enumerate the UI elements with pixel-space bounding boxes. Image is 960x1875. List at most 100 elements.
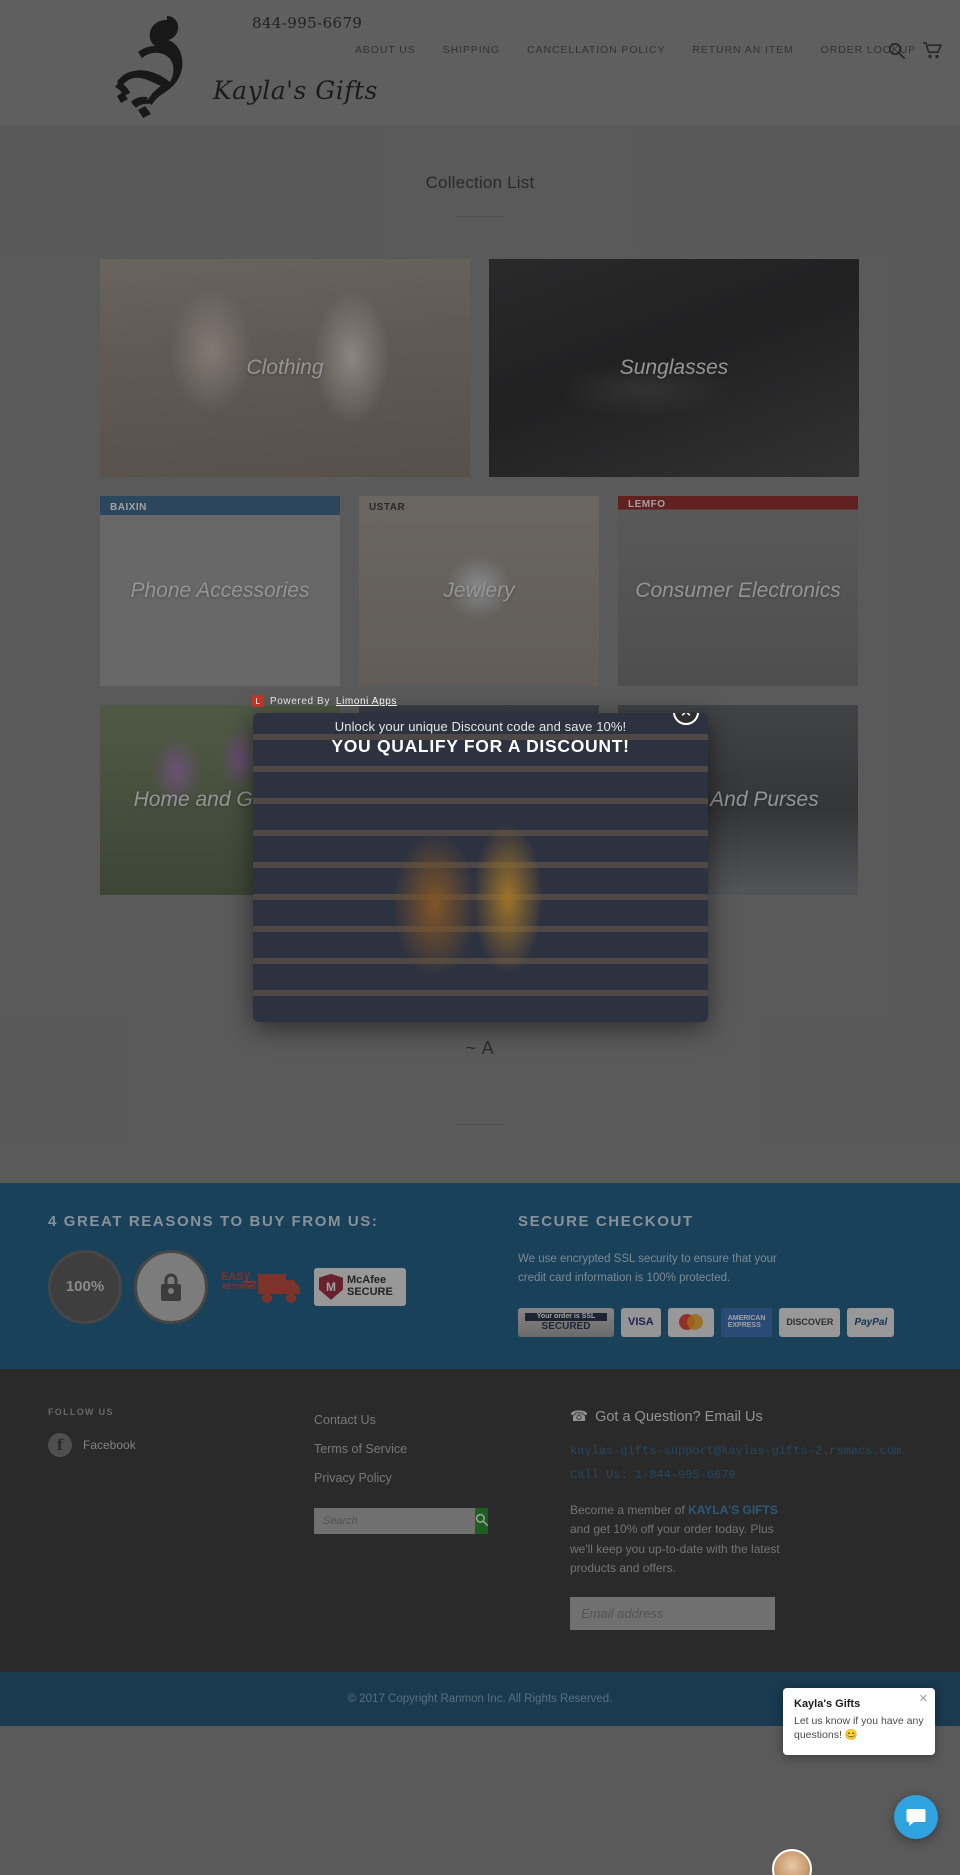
newsletter-note-pre: Become a member of bbox=[570, 1502, 689, 1517]
secure-ordering-badge bbox=[134, 1249, 208, 1324]
limoni-icon: L bbox=[252, 695, 264, 707]
facebook-link[interactable]: f Facebook bbox=[48, 1432, 298, 1457]
nav-item-about-us[interactable]: ABOUT US bbox=[355, 44, 416, 56]
cart-icon[interactable] bbox=[923, 42, 942, 64]
collection-tile-phone-accessories[interactable]: BAIXIN Phone Accessories bbox=[100, 496, 340, 686]
shield-icon: M bbox=[319, 1273, 343, 1300]
support-email-link[interactable]: kaylas-gifts-support@kaylas-gifts-2.rsma… bbox=[570, 1439, 912, 1463]
facebook-label: Facebook bbox=[83, 1437, 136, 1452]
nav-item-return-an-item[interactable]: RETURN AN ITEM bbox=[692, 44, 793, 56]
collection-tile-label: Sunglasses bbox=[619, 355, 729, 379]
limoni-powered-by: L Powered By Limoni Apps bbox=[252, 695, 397, 707]
powered-by-text: Powered By bbox=[270, 695, 330, 707]
footer-link-contact-us[interactable]: Contact Us bbox=[314, 1413, 554, 1427]
follow-us-heading: FOLLOW US bbox=[48, 1406, 114, 1417]
reasons-title: 4 GREAT REASONS TO BUY FROM US: bbox=[48, 1212, 379, 1230]
footer-search-input[interactable] bbox=[314, 1507, 475, 1534]
amex-badge: AMERICAN EXPRESS bbox=[720, 1307, 773, 1337]
satisfaction-guaranteed-badge: 100% bbox=[48, 1249, 122, 1324]
secure-checkout-text: We use encrypted SSL security to ensure … bbox=[518, 1252, 777, 1284]
tile-brand-label: BAIXIN bbox=[110, 502, 147, 513]
modal-subheading: Unlock your unique Discount code and sav… bbox=[334, 719, 627, 734]
modal-heading-group: Unlock your unique Discount code and sav… bbox=[253, 719, 708, 757]
copyright-text: © 2017 Copyright Ranmon Inc. All Rights … bbox=[347, 1692, 613, 1705]
tile-brand-label: LEMFO bbox=[628, 499, 666, 510]
footer-links-column: Contact Us Terms of Service Privacy Poli… bbox=[314, 1407, 554, 1630]
collection-tile-label: Phone Accessories bbox=[130, 578, 310, 602]
main-nav: ABOUT US SHIPPING CANCELLATION POLICY RE… bbox=[355, 44, 916, 56]
footer-link-terms-of-service[interactable]: Terms of Service bbox=[314, 1442, 554, 1456]
footer-contact-column: ☎ Got a Question? Email Us kaylas-gifts-… bbox=[570, 1407, 912, 1630]
promo-signature: ~ A bbox=[465, 1037, 495, 1058]
modal-image-shade bbox=[253, 713, 708, 1022]
newsletter-email-input[interactable] bbox=[570, 1596, 775, 1630]
limoni-apps-link[interactable]: Limoni Apps bbox=[336, 696, 397, 707]
visa-label: VISA bbox=[628, 1316, 654, 1329]
paypal-label: PayPal bbox=[854, 1316, 888, 1328]
collection-row-1: Clothing Sunglasses bbox=[100, 259, 860, 477]
collection-tile-label: Consumer Electronics bbox=[635, 578, 841, 602]
collection-tile-sunglasses[interactable]: Sunglasses bbox=[489, 259, 859, 477]
question-title-text: Got a Question? Email Us bbox=[595, 1408, 763, 1425]
satisfaction-badge-text: 100% bbox=[65, 1278, 105, 1296]
header-phone[interactable]: 844-995-6679 bbox=[252, 14, 362, 32]
newsletter-note-post: and get 10% off your order today. Plus w… bbox=[570, 1522, 780, 1576]
header-icons bbox=[888, 42, 942, 64]
footer-search-button[interactable] bbox=[475, 1507, 488, 1534]
page-title: Collection List bbox=[425, 173, 535, 192]
secure-checkout-section: SECURE CHECKOUT We use encrypted SSL sec… bbox=[518, 1213, 912, 1337]
call-us-link[interactable]: Call Us: 1-844-995-6679 bbox=[570, 1463, 912, 1487]
search-icon[interactable] bbox=[888, 42, 905, 64]
site-header: Kayla's Gifts 844-995-6679 ABOUT US SHIP… bbox=[0, 0, 960, 125]
woman-silhouette-icon bbox=[115, 16, 183, 118]
telephone-icon: ☎ bbox=[570, 1408, 589, 1425]
question-heading: ☎ Got a Question? Email Us bbox=[570, 1409, 912, 1425]
mastercard-badge bbox=[667, 1307, 714, 1337]
promo-divider bbox=[457, 1123, 503, 1125]
chat-title: Kayla's Gifts bbox=[794, 1697, 861, 1710]
trust-badges: 100% EASY RETURNS M McAfee SECURE bbox=[48, 1249, 478, 1324]
close-icon[interactable]: ✕ bbox=[919, 1693, 928, 1705]
nav-item-cancellation-policy[interactable]: CANCELLATION POLICY bbox=[527, 44, 665, 56]
discount-modal: Unlock your unique Discount code and sav… bbox=[253, 713, 708, 1022]
avatar bbox=[772, 1849, 812, 1875]
tile-brand-label: USTAR bbox=[369, 502, 406, 513]
easy-returns-badge: EASY RETURNS bbox=[220, 1262, 302, 1312]
chat-icon bbox=[906, 1809, 926, 1826]
chat-launcher-button[interactable] bbox=[894, 1795, 938, 1839]
modal-heading: YOU QUALIFY FOR A DISCOUNT! bbox=[331, 735, 630, 756]
discover-badge: DISCOVER bbox=[779, 1307, 841, 1337]
collection-tile-label: Clothing bbox=[246, 355, 324, 379]
newsletter-brand: KAYLA'S GIFTS bbox=[688, 1502, 778, 1517]
svg-text:RETURNS: RETURNS bbox=[222, 1284, 256, 1291]
mcafee-secure-badge: M McAfee SECURE bbox=[314, 1267, 406, 1306]
newsletter-signup bbox=[570, 1596, 775, 1630]
lock-icon bbox=[161, 1273, 181, 1301]
svg-text:EASY: EASY bbox=[221, 1271, 252, 1283]
footer-follow-column: FOLLOW US f Facebook bbox=[48, 1407, 298, 1630]
collection-tile-consumer-electronics[interactable]: LEMFO Consumer Electronics bbox=[618, 496, 858, 686]
footer-search bbox=[314, 1507, 488, 1534]
footer-link-privacy-policy[interactable]: Privacy Policy bbox=[314, 1471, 554, 1485]
brand-wordmark: Kayla's Gifts bbox=[213, 76, 378, 105]
collection-tile-label: Jewlery bbox=[443, 578, 515, 602]
mastercard-icon bbox=[678, 1314, 703, 1331]
reasons-section: 4 GREAT REASONS TO BUY FROM US: 100% EAS… bbox=[48, 1213, 478, 1337]
site-footer: FOLLOW US f Facebook Contact Us Terms of… bbox=[0, 1368, 960, 1672]
chat-message: Let us know if you have any questions! 😊 bbox=[794, 1714, 924, 1742]
nav-item-shipping[interactable]: SHIPPING bbox=[443, 44, 500, 56]
paypal-badge: PayPal bbox=[847, 1307, 895, 1337]
title-divider bbox=[457, 216, 503, 217]
ssl-secured-badge: Your order is SSL SECURED bbox=[518, 1307, 614, 1337]
facebook-icon: f bbox=[48, 1432, 72, 1457]
trust-band: 4 GREAT REASONS TO BUY FROM US: 100% EAS… bbox=[0, 1182, 960, 1369]
secure-checkout-title: SECURE CHECKOUT bbox=[518, 1212, 694, 1230]
collection-tile-jewlery[interactable]: USTAR Jewlery bbox=[359, 496, 599, 686]
mcafee-label: McAfee SECURE bbox=[347, 1273, 393, 1298]
search-icon bbox=[475, 1513, 488, 1526]
truck-icon: EASY RETURNS bbox=[221, 1271, 300, 1303]
visa-badge: VISA bbox=[621, 1307, 661, 1337]
payment-badges: Your order is SSL SECURED VISA AMERICAN E… bbox=[518, 1307, 912, 1337]
collection-tile-clothing[interactable]: Clothing bbox=[100, 259, 470, 477]
collection-row-2: BAIXIN Phone Accessories USTAR Jewlery L… bbox=[100, 496, 860, 686]
